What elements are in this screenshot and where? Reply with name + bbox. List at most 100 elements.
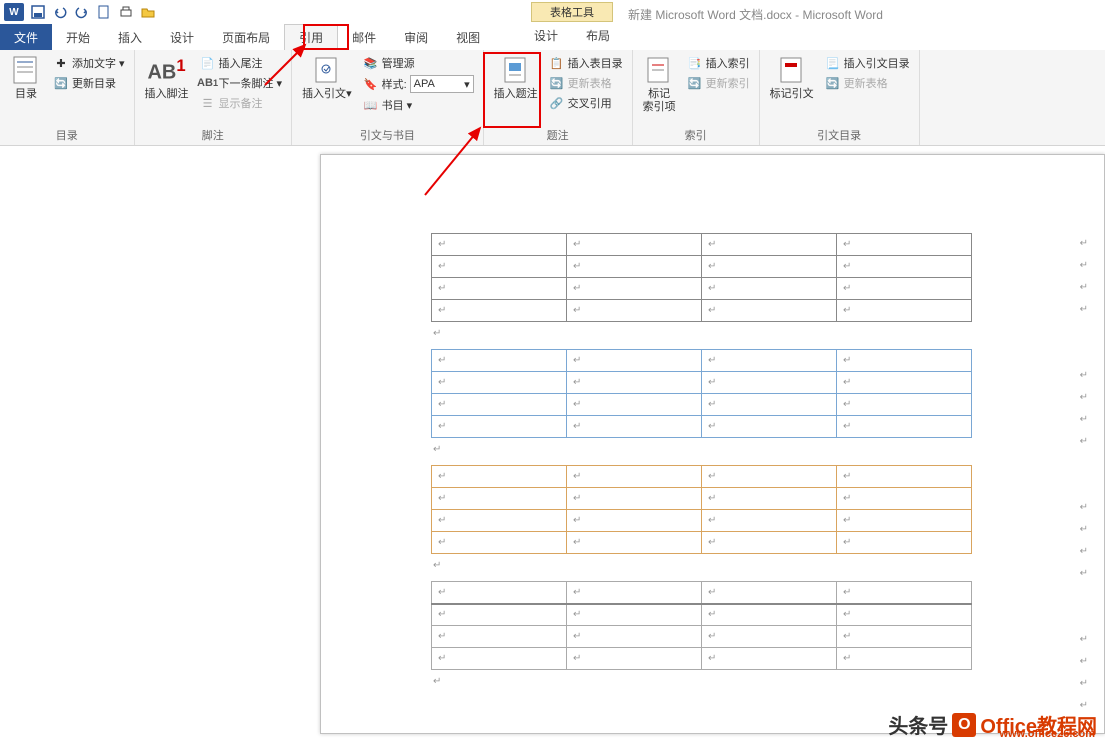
insert-caption-button[interactable]: 插入题注 <box>490 52 542 103</box>
table-2[interactable]: ↵↵↵↵ ↵↵↵↵ ↵↵↵↵ ↵↵↵↵ <box>431 349 972 438</box>
manage-sources-icon: 📚 <box>363 55 379 71</box>
group-toc: 目录 ✚添加文字 ▾ 🔄更新目录 目录 <box>0 50 135 145</box>
word-app-icon: W <box>4 3 24 21</box>
mark-citation-button[interactable]: 标记引文 <box>766 52 818 103</box>
table-4[interactable]: ↵↵↵↵ ↵↵↵↵ ↵↵↵↵ ↵↵↵↵ <box>431 581 972 670</box>
tab-review[interactable]: 审阅 <box>390 24 442 50</box>
table-tools-contextual: 表格工具 设计 布局 <box>520 2 624 48</box>
update-table-label: 更新表格 <box>568 75 612 91</box>
insert-footnote-label: 插入脚注 <box>145 88 189 101</box>
document-area: ↵↵↵↵ ↵↵↵↵ ↵↵↵↵ ↵↵↵↵ ↵ ↵↵↵↵ ↵↵↵↵ ↵↵↵↵ ↵↵↵… <box>0 146 1105 743</box>
group-index-label: 索引 <box>639 125 753 145</box>
update-index-button: 🔄更新索引 <box>684 74 753 92</box>
update-toc-icon: 🔄 <box>53 75 69 91</box>
cross-ref-button[interactable]: 🔗交叉引用 <box>546 94 626 112</box>
context-header: 表格工具 <box>531 2 613 22</box>
insert-endnote-button[interactable]: 📄插入尾注 <box>197 54 286 72</box>
undo-icon[interactable] <box>52 4 68 20</box>
group-captions: 插入题注 📋插入表目录 🔄更新表格 🔗交叉引用 题注 <box>484 50 633 145</box>
ribbon-tabs: 文件 开始 插入 设计 页面布局 引用 邮件 审阅 视图 表格工具 设计 布局 … <box>0 24 1105 50</box>
tab-file[interactable]: 文件 <box>0 24 52 50</box>
bibliography-label: 书目 <box>382 97 404 113</box>
mark-entry-label: 标记 索引项 <box>643 88 676 114</box>
next-footnote-button[interactable]: AB1下一条脚注 ▾ <box>197 74 286 92</box>
add-text-icon: ✚ <box>53 55 69 71</box>
update-toa-icon: 🔄 <box>825 75 841 91</box>
style-label: 样式: <box>382 76 407 92</box>
tab-mailings[interactable]: 邮件 <box>338 24 390 50</box>
mark-citation-label: 标记引文 <box>770 88 814 101</box>
show-notes-icon: ☰ <box>200 95 216 111</box>
insert-tof-button[interactable]: 📋插入表目录 <box>546 54 626 72</box>
group-toa: 标记引文 📃插入引文目录 🔄更新表格 引文目录 <box>760 50 920 145</box>
bibliography-button[interactable]: 📖书目 ▾ <box>360 96 477 114</box>
window-title: 新建 Microsoft Word 文档.docx - Microsoft Wo… <box>628 6 883 23</box>
insert-toa-label: 插入引文目录 <box>844 55 910 71</box>
table-1[interactable]: ↵↵↵↵ ↵↵↵↵ ↵↵↵↵ ↵↵↵↵ <box>431 233 972 322</box>
update-table-icon: 🔄 <box>549 75 565 91</box>
insert-toa-button[interactable]: 📃插入引文目录 <box>822 54 913 72</box>
group-index: 标记 索引项 📑插入索引 🔄更新索引 索引 <box>633 50 760 145</box>
mark-citation-icon <box>776 54 808 86</box>
update-toc-button[interactable]: 🔄更新目录 <box>50 74 128 92</box>
update-toa-button: 🔄更新表格 <box>822 74 913 92</box>
group-citations: 插入引文▾ 📚管理源 🔖样式: APA▾ 📖书目 ▾ 引文与书目 <box>292 50 484 145</box>
tab-references[interactable]: 引用 <box>284 24 338 50</box>
insert-tof-label: 插入表目录 <box>568 55 623 71</box>
redo-icon[interactable] <box>74 4 90 20</box>
save-icon[interactable] <box>30 4 46 20</box>
show-notes-label: 显示备注 <box>219 95 263 111</box>
style-icon: 🔖 <box>363 76 379 92</box>
tof-icon: 📋 <box>549 55 565 71</box>
bibliography-icon: 📖 <box>363 97 379 113</box>
insert-citation-label: 插入引文▾ <box>302 88 352 101</box>
insert-footnote-button[interactable]: AB1 插入脚注 <box>141 52 193 103</box>
insert-caption-label: 插入题注 <box>494 88 538 101</box>
insert-index-button[interactable]: 📑插入索引 <box>684 54 753 72</box>
manage-sources-button[interactable]: 📚管理源 <box>360 54 477 72</box>
style-dropdown[interactable]: APA▾ <box>410 75 474 93</box>
ribbon: 目录 ✚添加文字 ▾ 🔄更新目录 目录 AB1 插入脚注 📄插入尾注 AB1下一… <box>0 50 1105 146</box>
insert-index-icon: 📑 <box>687 55 703 71</box>
tab-home[interactable]: 开始 <box>52 24 104 50</box>
toc-icon <box>10 54 42 86</box>
update-toa-label: 更新表格 <box>844 75 888 91</box>
insert-toa-icon: 📃 <box>825 55 841 71</box>
manage-sources-label: 管理源 <box>382 55 415 71</box>
mark-entry-icon <box>643 54 675 86</box>
add-text-label: 添加文字 <box>72 55 116 71</box>
page[interactable]: ↵↵↵↵ ↵↵↵↵ ↵↵↵↵ ↵↵↵↵ ↵ ↵↵↵↵ ↵↵↵↵ ↵↵↵↵ ↵↵↵… <box>320 154 1105 734</box>
cross-ref-icon: 🔗 <box>549 95 565 111</box>
tab-table-design[interactable]: 设计 <box>520 22 572 48</box>
footnote-icon: AB1 <box>151 54 183 86</box>
update-index-icon: 🔄 <box>687 75 703 91</box>
tab-view[interactable]: 视图 <box>442 24 494 50</box>
tab-insert[interactable]: 插入 <box>104 24 156 50</box>
watermark-text1: 头条号 <box>888 710 948 739</box>
insert-endnote-label: 插入尾注 <box>219 55 263 71</box>
next-footnote-label: 下一条脚注 <box>219 75 274 91</box>
toc-button[interactable]: 目录 <box>6 52 46 103</box>
citation-icon <box>311 54 343 86</box>
open-icon[interactable] <box>140 4 156 20</box>
office-logo-icon: O <box>952 713 976 737</box>
add-text-button[interactable]: ✚添加文字 ▾ <box>50 54 128 72</box>
group-toa-label: 引文目录 <box>766 125 913 145</box>
insert-citation-button[interactable]: 插入引文▾ <box>298 52 356 103</box>
print-icon[interactable] <box>118 4 134 20</box>
style-selector[interactable]: 🔖样式: APA▾ <box>360 74 477 94</box>
group-footnotes-label: 脚注 <box>141 125 286 145</box>
update-index-label: 更新索引 <box>706 75 750 91</box>
show-notes-button: ☰显示备注 <box>197 94 286 112</box>
tab-page-layout[interactable]: 页面布局 <box>208 24 284 50</box>
tab-design[interactable]: 设计 <box>156 24 208 50</box>
group-citations-label: 引文与书目 <box>298 125 477 145</box>
next-footnote-icon: AB1 <box>200 75 216 91</box>
caption-icon <box>500 54 532 86</box>
mark-entry-button[interactable]: 标记 索引项 <box>639 52 680 116</box>
tab-table-layout[interactable]: 布局 <box>572 22 624 48</box>
toc-label: 目录 <box>15 88 37 101</box>
new-icon[interactable] <box>96 4 112 20</box>
table-3[interactable]: ↵↵↵↵ ↵↵↵↵ ↵↵↵↵ ↵↵↵↵ <box>431 465 972 554</box>
endnote-icon: 📄 <box>200 55 216 71</box>
